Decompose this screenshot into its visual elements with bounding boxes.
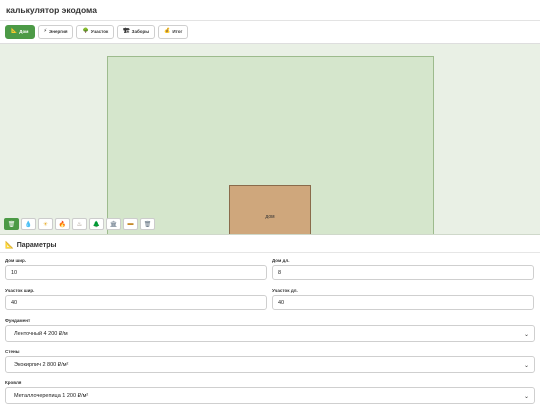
plot-width-label: Участок шир. (5, 288, 35, 293)
tab-label: Участок (90, 29, 109, 34)
tab-label: Энергия (49, 29, 68, 34)
site-canvas[interactable]: дом 🗑 💧 ☀ 🔥 ♨ 🌲 🏛 ▬ 🗑 (0, 43, 540, 235)
tree-icon: 🌲 (92, 221, 101, 228)
box-tool-button[interactable]: 🗑 (140, 218, 155, 230)
app-header: калькулятор экодома (0, 0, 540, 21)
foundation-select[interactable]: Ленточный 4 200 ₽/м ⌄ (5, 325, 535, 342)
tree-icon: 🌳 (82, 28, 89, 34)
params-title: Параметры (16, 241, 57, 249)
divider (0, 252, 540, 253)
tab-energy[interactable]: ⚡ Энергия (37, 24, 74, 39)
fence-icon: ▬ (127, 221, 134, 227)
sauna-tool-button[interactable]: ♨ (72, 218, 87, 230)
tab-fences[interactable]: 🏗 Заборы (117, 24, 156, 39)
water-tool-button[interactable]: 💧 (21, 218, 36, 230)
plot-length-input[interactable]: 40 (272, 295, 534, 310)
bolt-icon: ⚡ (43, 28, 48, 34)
foundation-label: Фундамент (5, 318, 31, 323)
plot-length-label: Участок дл. (272, 288, 298, 293)
fire-icon: 🔥 (58, 221, 67, 228)
trash-icon: 🗑 (7, 221, 16, 228)
walls-select[interactable]: Экокирпич 2 800 ₽/м² ⌄ (5, 356, 535, 373)
foundation-value: Ленточный 4 200 ₽/м (14, 330, 68, 337)
plot-width-input[interactable]: 40 (5, 295, 267, 310)
fence-icon: 🏗 (123, 28, 130, 34)
tree-tool-button[interactable]: 🌲 (89, 218, 104, 230)
fire-tool-button[interactable]: 🔥 (55, 218, 70, 230)
app-title: калькулятор экодома (6, 5, 97, 15)
box-icon: 🗑 (143, 221, 152, 228)
fence-tool-button[interactable]: ▬ (123, 218, 138, 230)
tab-label: Дом (19, 29, 29, 34)
trash-tool-button[interactable]: 🗑 (4, 218, 19, 230)
house-width-input[interactable]: 10 (5, 265, 267, 280)
tab-label: Итог (172, 29, 183, 34)
house-length-input[interactable]: 8 (272, 265, 534, 280)
tab-plot[interactable]: 🌳 Участок (76, 24, 115, 39)
canvas-toolbar: 🗑 💧 ☀ 🔥 ♨ 🌲 🏛 ▬ 🗑 (4, 218, 155, 230)
building-tool-button[interactable]: 🏛 (106, 218, 121, 230)
roof-select[interactable]: Металлочерепица 1 200 ₽/м² ⌄ (5, 387, 535, 404)
params-panel: 📐 Параметры Дом шир. 10 Дом дл. 8 Участо… (0, 236, 540, 405)
chevron-down-icon: ⌄ (523, 394, 529, 400)
money-icon: 💰 (164, 28, 171, 34)
params-heading: 📐 Параметры (5, 241, 57, 250)
tab-total[interactable]: 💰 Итог (158, 24, 189, 39)
sauna-icon: ♨ (76, 221, 83, 228)
ruler-icon: 📐 (11, 28, 18, 34)
house-length-label: Дом дл. (272, 258, 290, 263)
ruler-icon: 📐 (5, 242, 14, 249)
chevron-down-icon: ⌄ (523, 363, 529, 369)
walls-value: Экокирпич 2 800 ₽/м² (14, 361, 69, 368)
tab-bar: 📐 Дом ⚡ Энергия 🌳 Участок 🏗 Заборы 💰 Ито… (0, 21, 540, 42)
tab-house[interactable]: 📐 Дом (5, 24, 35, 39)
roof-label: Кровля (5, 380, 22, 385)
sun-icon: ☀ (42, 221, 49, 228)
sun-tool-button[interactable]: ☀ (38, 218, 53, 230)
building-icon: 🏛 (109, 221, 118, 228)
roof-value: Металлочерепица 1 200 ₽/м² (14, 392, 89, 399)
water-icon: 💧 (24, 221, 33, 228)
tab-label: Заборы (131, 29, 150, 34)
house-label: дом (265, 214, 275, 220)
walls-label: Стены (5, 349, 20, 354)
house-width-label: Дом шир. (5, 258, 27, 263)
chevron-down-icon: ⌄ (523, 332, 529, 338)
house-shape[interactable]: дом (229, 185, 311, 234)
